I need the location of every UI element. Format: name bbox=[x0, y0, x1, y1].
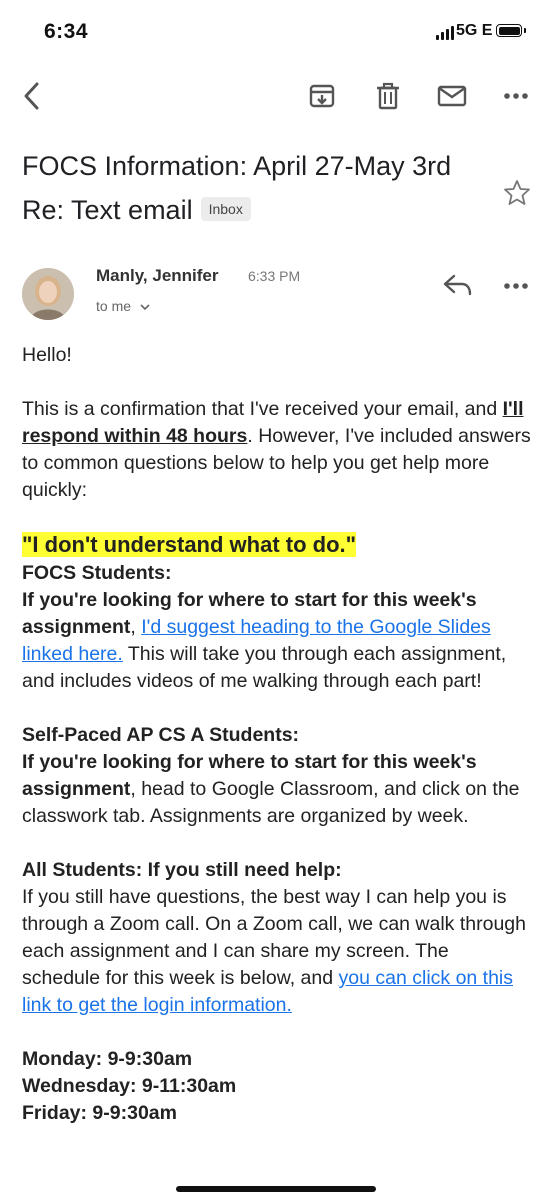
network-type: 5G E bbox=[456, 22, 493, 39]
back-button[interactable] bbox=[12, 74, 52, 118]
battery-icon bbox=[496, 24, 522, 37]
signal-icon bbox=[436, 26, 454, 40]
email-subject: FOCS Information: April 27-May 3rd Re: T… bbox=[22, 144, 482, 232]
greeting: Hello! bbox=[22, 344, 72, 366]
mark-unread-button[interactable] bbox=[432, 74, 472, 118]
status-bar: 6:34 5G E bbox=[0, 0, 554, 64]
delete-button[interactable] bbox=[368, 74, 408, 118]
inbox-label-badge[interactable]: Inbox bbox=[200, 196, 251, 221]
focs-heading: FOCS Students: bbox=[22, 562, 172, 584]
mail-icon bbox=[437, 85, 467, 107]
star-icon[interactable] bbox=[502, 178, 532, 208]
trash-icon bbox=[377, 82, 399, 110]
email-body: Hello! This is a confirmation that I've … bbox=[22, 342, 532, 1127]
schedule-wednesday: Wednesday: 9-11:30am bbox=[22, 1075, 237, 1097]
sent-time: 6:33 PM bbox=[248, 268, 301, 284]
schedule-monday: Monday: 9-9:30am bbox=[22, 1048, 193, 1070]
status-time: 6:34 bbox=[44, 20, 89, 43]
focs-section: FOCS Students: If you're looking for wher… bbox=[22, 562, 507, 692]
all-students-section: All Students: If you still need help: If … bbox=[22, 859, 526, 1016]
ap-heading: Self-Paced AP CS A Students: bbox=[22, 724, 300, 746]
home-indicator[interactable] bbox=[176, 1186, 376, 1192]
archive-button[interactable] bbox=[302, 74, 342, 118]
email-toolbar bbox=[0, 74, 554, 120]
sender-name[interactable]: Manly, Jennifer bbox=[96, 266, 219, 286]
reply-icon[interactable] bbox=[440, 270, 476, 302]
ap-section: Self-Paced AP CS A Students: If you're lo… bbox=[22, 724, 520, 827]
avatar-photo bbox=[22, 268, 74, 320]
more-horizontal-icon bbox=[504, 93, 528, 99]
confirmation-paragraph: This is a confirmation that I've receive… bbox=[22, 398, 531, 501]
highlighted-question: "I don't understand what to do." bbox=[22, 532, 357, 557]
recipient-toggle[interactable]: to me bbox=[96, 298, 151, 314]
more-options-button[interactable] bbox=[496, 74, 536, 118]
message-more-icon[interactable] bbox=[500, 270, 532, 302]
chevron-left-icon bbox=[24, 82, 39, 110]
sender-avatar[interactable] bbox=[22, 268, 74, 320]
schedule-friday: Friday: 9-9:30am bbox=[22, 1102, 177, 1124]
chevron-down-icon bbox=[140, 304, 150, 311]
all-students-heading: All Students: If you still need help: bbox=[22, 859, 342, 881]
archive-icon bbox=[309, 84, 335, 108]
recipient-text: to me bbox=[96, 298, 132, 314]
